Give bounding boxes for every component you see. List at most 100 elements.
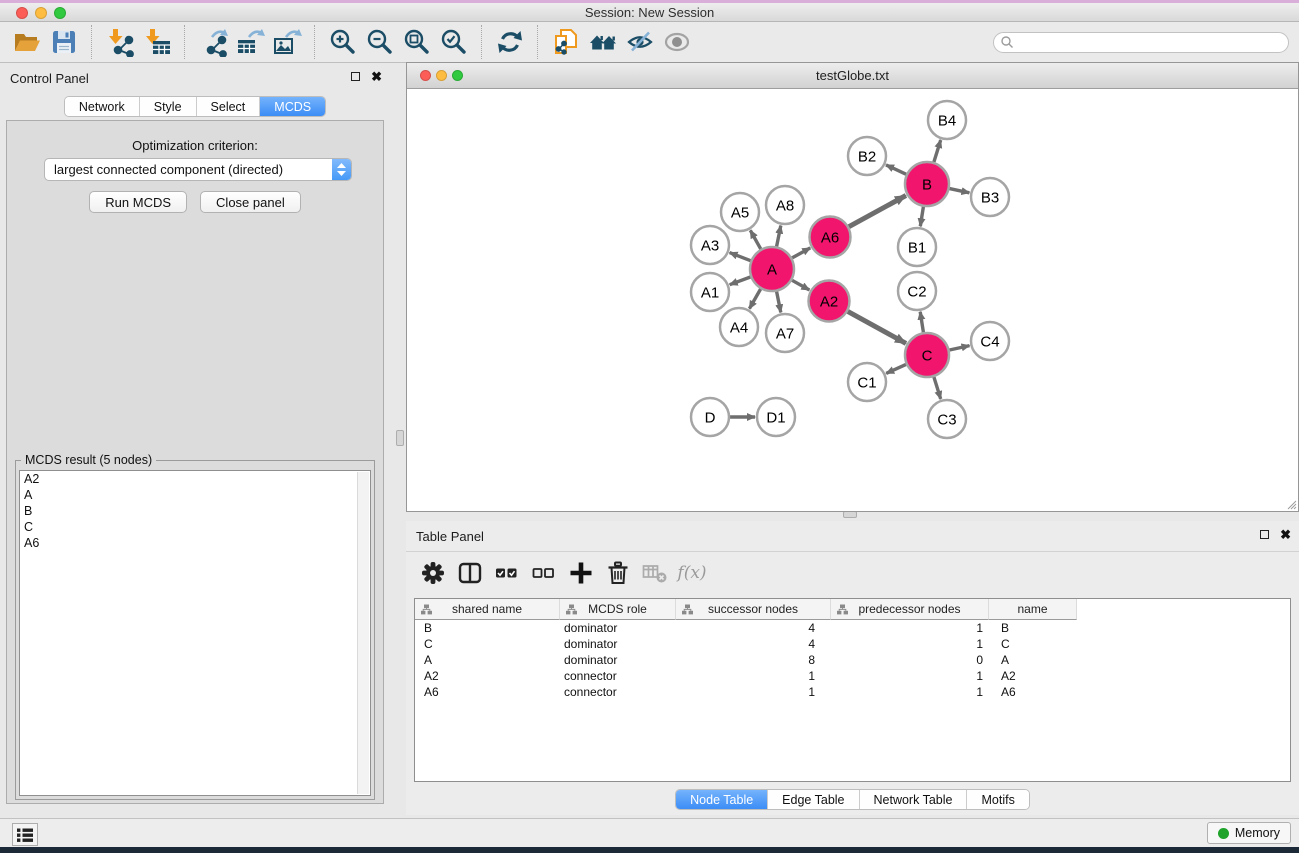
network-graph[interactable]: B4B2BB3A5A8A6B1A3AA1C2A2A4A7C4CC1C3DD1 bbox=[407, 89, 1298, 511]
table-tab-node-table[interactable]: Node Table bbox=[676, 790, 768, 809]
toolbar-separator bbox=[184, 25, 185, 59]
horizontal-divider-handle[interactable] bbox=[843, 511, 857, 518]
float-table-panel-icon[interactable] bbox=[1260, 530, 1269, 539]
table-row-A2[interactable]: A2connector11A2 bbox=[415, 668, 1290, 684]
network-window-titlebar[interactable]: testGlobe.txt bbox=[407, 63, 1298, 89]
mcds-result-item[interactable]: A2 bbox=[20, 471, 370, 487]
delete-table-icon[interactable] bbox=[640, 557, 670, 589]
network-canvas[interactable]: B4B2BB3A5A8A6B1A3AA1C2A2A4A7C4CC1C3DD1 bbox=[407, 89, 1298, 511]
vertical-divider-handle[interactable] bbox=[396, 430, 404, 446]
run-mcds-button[interactable]: Run MCDS bbox=[89, 191, 187, 213]
table-row-C[interactable]: Cdominator41C bbox=[415, 636, 1290, 652]
export-image-icon[interactable] bbox=[268, 24, 305, 60]
edge-A-A1[interactable] bbox=[730, 277, 751, 285]
edge-A-A8[interactable] bbox=[777, 226, 781, 247]
cell: A bbox=[415, 652, 560, 668]
table-row-B[interactable]: Bdominator41B bbox=[415, 620, 1290, 636]
home-icon[interactable] bbox=[584, 24, 621, 60]
mcds-result-item[interactable]: C bbox=[20, 519, 370, 535]
column-header-shared-name[interactable]: shared name bbox=[415, 599, 560, 620]
select-all-icon[interactable] bbox=[492, 557, 522, 589]
mcds-tab-content: Optimization criterion: largest connecte… bbox=[6, 120, 384, 804]
cell-filler bbox=[1077, 668, 1290, 684]
edge-B-B3[interactable] bbox=[950, 189, 970, 193]
zoom-out-icon[interactable] bbox=[361, 24, 398, 60]
mcds-result-item[interactable]: A6 bbox=[20, 535, 370, 551]
export-network-icon[interactable] bbox=[194, 24, 231, 60]
delete-columns-icon[interactable] bbox=[603, 557, 633, 589]
birds-eye-view-icon[interactable] bbox=[658, 24, 695, 60]
status-bar: Memory bbox=[0, 818, 1299, 847]
edge-C-C3[interactable] bbox=[934, 377, 941, 399]
close-panel-icon[interactable]: ✖ bbox=[371, 72, 382, 81]
tab-mcds[interactable]: MCDS bbox=[260, 97, 325, 116]
clone-network-icon[interactable] bbox=[547, 24, 584, 60]
cell: dominator bbox=[560, 636, 676, 652]
float-panel-icon[interactable] bbox=[351, 72, 360, 81]
edge-C-C4[interactable] bbox=[950, 346, 970, 350]
add-column-icon[interactable] bbox=[566, 557, 596, 589]
edge-A2-C[interactable] bbox=[848, 311, 906, 343]
tab-select[interactable]: Select bbox=[197, 97, 261, 116]
column-header-predecessor-nodes[interactable]: predecessor nodes bbox=[831, 599, 989, 620]
edge-A-A5[interactable] bbox=[750, 230, 760, 249]
table-tab-motifs[interactable]: Motifs bbox=[967, 790, 1028, 809]
result-scrollbar-track[interactable] bbox=[357, 472, 369, 794]
tab-style[interactable]: Style bbox=[140, 97, 197, 116]
node-label-B: B bbox=[922, 176, 932, 193]
edge-A-A2[interactable] bbox=[792, 280, 809, 290]
zoom-selected-icon[interactable] bbox=[435, 24, 472, 60]
tab-network[interactable]: Network bbox=[65, 97, 140, 116]
edge-A-A3[interactable] bbox=[730, 253, 751, 261]
search-input[interactable] bbox=[1014, 34, 1288, 51]
table-options-icon[interactable] bbox=[418, 557, 448, 589]
node-table[interactable]: shared nameMCDS rolesuccessor nodesprede… bbox=[414, 598, 1291, 782]
import-table-icon[interactable] bbox=[138, 24, 175, 60]
node-label-C1: C1 bbox=[857, 374, 876, 391]
cell: 1 bbox=[676, 668, 831, 684]
column-header-successor-nodes[interactable]: successor nodes bbox=[676, 599, 831, 620]
column-header-mcds-role[interactable]: MCDS role bbox=[560, 599, 676, 620]
table-tab-edge-table[interactable]: Edge Table bbox=[768, 790, 859, 809]
search-box[interactable] bbox=[993, 32, 1289, 53]
zoom-fit-icon[interactable] bbox=[398, 24, 435, 60]
open-session-icon[interactable] bbox=[8, 24, 45, 60]
node-label-D1: D1 bbox=[766, 409, 785, 426]
mcds-result-list[interactable]: A2ABCA6 bbox=[19, 470, 371, 796]
save-session-icon[interactable] bbox=[45, 24, 82, 60]
table-tab-network-table[interactable]: Network Table bbox=[860, 790, 968, 809]
table-row-A[interactable]: Adominator80A bbox=[415, 652, 1290, 668]
function-builder-icon[interactable]: f(x) bbox=[677, 557, 707, 589]
refresh-view-icon[interactable] bbox=[491, 24, 528, 60]
mcds-result-item[interactable]: B bbox=[20, 503, 370, 519]
table-row-A6[interactable]: A6connector11A6 bbox=[415, 684, 1290, 700]
edge-A-A7[interactable] bbox=[777, 292, 781, 313]
export-table-icon[interactable] bbox=[231, 24, 268, 60]
column-header-name[interactable]: name bbox=[989, 599, 1077, 620]
criterion-dropdown[interactable]: largest connected component (directed) bbox=[44, 158, 352, 181]
edge-C-C1[interactable] bbox=[886, 364, 906, 373]
cell: 1 bbox=[831, 668, 989, 684]
mcds-result-item[interactable]: A bbox=[20, 487, 370, 503]
deselect-all-icon[interactable] bbox=[529, 557, 559, 589]
cell: 4 bbox=[676, 636, 831, 652]
edge-C-C2[interactable] bbox=[920, 312, 923, 333]
memory-button[interactable]: Memory bbox=[1207, 822, 1291, 844]
edge-A-A4[interactable] bbox=[749, 289, 760, 309]
node-label-A2: A2 bbox=[820, 293, 838, 310]
cell: A2 bbox=[989, 668, 1077, 684]
task-history-button[interactable] bbox=[12, 823, 38, 846]
optimization-criterion-label: Optimization criterion: bbox=[7, 138, 383, 153]
import-network-icon[interactable] bbox=[101, 24, 138, 60]
edge-B-B4[interactable] bbox=[934, 140, 941, 162]
edge-B-B1[interactable] bbox=[920, 207, 923, 227]
edge-B-B2[interactable] bbox=[886, 165, 906, 174]
close-table-panel-icon[interactable]: ✖ bbox=[1280, 530, 1291, 539]
resize-grip-icon[interactable] bbox=[1285, 498, 1297, 510]
edge-A-A6[interactable] bbox=[792, 248, 810, 258]
edge-A6-B[interactable] bbox=[849, 196, 906, 227]
zoom-in-icon[interactable] bbox=[324, 24, 361, 60]
close-panel-button[interactable]: Close panel bbox=[200, 191, 301, 213]
show-graphics-details-icon[interactable] bbox=[621, 24, 658, 60]
show-columns-icon[interactable] bbox=[455, 557, 485, 589]
